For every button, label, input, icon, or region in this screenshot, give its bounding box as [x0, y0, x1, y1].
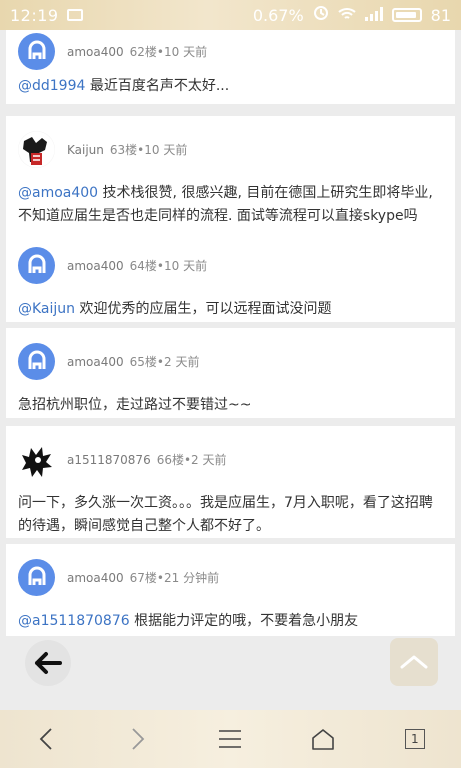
comment-card: amoa400 67楼•21 分钟前 @a1511870876 根据能力评定的哦，…: [6, 544, 455, 636]
comment-card: amoa400 65楼•2 天前 急招杭州职位，走过路过不要错过~~: [6, 328, 455, 418]
avatar[interactable]: [18, 130, 55, 168]
comment-body: @a1511870876 根据能力评定的哦，不要着急小朋友: [18, 613, 359, 629]
comment-username[interactable]: a1511870876: [67, 453, 151, 467]
comment-body: @Kaijun 欢迎优秀的应届生，可以远程面试没问题: [18, 301, 332, 317]
comment-header: amoa400 64楼•10 天前: [18, 232, 443, 298]
comment-floor-time: 63楼•10 天前: [109, 142, 188, 157]
chevron-right-icon: [132, 728, 145, 750]
arrow-left-icon: [35, 652, 62, 674]
browser-toolbar: 1: [0, 710, 461, 768]
chevron-left-icon: [39, 728, 52, 750]
comment-header: amoa400 67楼•21 分钟前: [18, 544, 443, 610]
battery-icon: [391, 8, 422, 22]
comment-header: amoa400 65楼•2 天前: [18, 328, 443, 394]
mention-link[interactable]: @a1511870876: [18, 613, 130, 629]
forward-button[interactable]: [118, 719, 158, 759]
wifi-icon: [337, 6, 356, 25]
avatar[interactable]: [18, 558, 55, 596]
comment-username[interactable]: amoa400: [67, 355, 124, 369]
comment-body: @amoa400 技术栈很赞, 很感兴趣, 目前在德国上研究生即将毕业, 不知道…: [18, 185, 433, 224]
chevron-up-icon: [400, 655, 428, 669]
comment-header: Kaijun 63楼•10 天前: [18, 116, 443, 182]
comment-card: amoa400 64楼•10 天前 @Kaijun 欢迎优秀的应届生，可以远程面试…: [6, 232, 455, 322]
home-button[interactable]: [303, 719, 343, 759]
comment-username[interactable]: Kaijun: [67, 143, 104, 157]
menu-icon: [219, 730, 242, 748]
comment-floor-time: 67楼•21 分钟前: [129, 570, 220, 585]
comment-floor-time: 62楼•10 天前: [129, 44, 208, 59]
data-rate: 0.67%: [252, 5, 304, 25]
comment-username[interactable]: amoa400: [67, 571, 124, 585]
comment-header: amoa400 62楼•10 天前: [18, 30, 443, 72]
comment-body: @dd1994 最近百度名声不太好...: [18, 78, 230, 94]
mention-link[interactable]: @amoa400: [18, 185, 98, 201]
comment-floor-time: 66楼•2 天前: [156, 452, 227, 467]
comment-feed[interactable]: amoa400 62楼•10 天前 @dd1994 最近百度名声不太好... Ka…: [0, 30, 461, 636]
back-button[interactable]: [26, 719, 66, 759]
tab-count: 1: [404, 729, 425, 749]
menu-button[interactable]: [210, 719, 250, 759]
back-float-button[interactable]: [25, 640, 71, 686]
mention-link[interactable]: @Kaijun: [18, 301, 75, 317]
comment-body: 问一下，多久涨一次工资。。。我是应届生，7月入职呢，看了这招聘的待遇，瞬间感觉自…: [18, 495, 433, 534]
comment-card: amoa400 62楼•10 天前 @dd1994 最近百度名声不太好...: [6, 30, 455, 104]
home-icon: [311, 729, 334, 750]
avatar[interactable]: [18, 342, 55, 380]
tabs-button[interactable]: 1: [395, 719, 435, 759]
comment-floor-time: 65楼•2 天前: [129, 354, 200, 369]
avatar[interactable]: [18, 32, 55, 70]
scroll-top-button[interactable]: [390, 638, 438, 686]
comment-body: 急招杭州职位，走过路过不要错过~~: [18, 397, 252, 413]
alarm-icon: [313, 5, 329, 25]
mention-link[interactable]: @dd1994: [18, 78, 85, 94]
image-notification-icon: [66, 9, 83, 21]
battery-level: 81: [430, 5, 451, 25]
comment-floor-time: 64楼•10 天前: [129, 258, 208, 273]
comment-header: a1511870876 66楼•2 天前: [18, 426, 443, 492]
status-time: 12:19: [10, 5, 59, 25]
comment-username[interactable]: amoa400: [67, 45, 124, 59]
comment-username[interactable]: amoa400: [67, 259, 124, 273]
comment-card: a1511870876 66楼•2 天前 问一下，多久涨一次工资。。。我是应届生，…: [6, 426, 455, 538]
status-bar: 12:19 0.67% 81: [0, 0, 461, 30]
signal-icon: [364, 6, 383, 25]
avatar[interactable]: [18, 246, 55, 284]
avatar[interactable]: [18, 440, 55, 478]
